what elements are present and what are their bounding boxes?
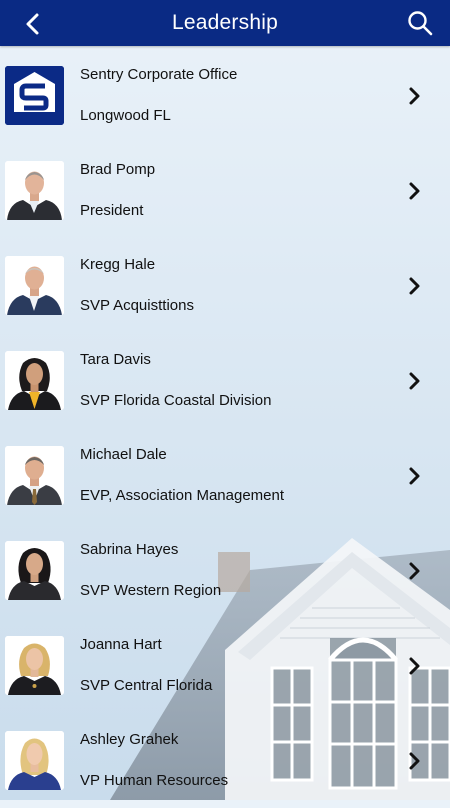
- person-title: VP Human Resources: [80, 772, 229, 789]
- avatar: [5, 446, 64, 505]
- avatar: [5, 541, 64, 600]
- person-name: Michael Dale: [80, 446, 167, 463]
- leadership-list: Sentry Corporate Office Longwood FL Brad…: [0, 48, 450, 808]
- chevron-right-icon: [409, 372, 420, 390]
- list-item[interactable]: Joanna Hart SVP Central Florida: [0, 618, 450, 713]
- avatar: [5, 256, 64, 315]
- person-title: President: [80, 202, 144, 219]
- chevron-right-icon: [409, 277, 420, 295]
- list-item[interactable]: Tara Davis SVP Florida Coastal Division: [0, 333, 450, 428]
- chevron-right-icon: [409, 562, 420, 580]
- person-title: SVP Western Region: [80, 582, 222, 599]
- person-name: Brad Pomp: [80, 161, 156, 178]
- person-title: SVP Acquisttions: [80, 297, 194, 314]
- chevron-right-icon: [409, 87, 420, 105]
- person-title: Longwood FL: [80, 107, 171, 124]
- list-item[interactable]: Ashley Grahek VP Human Resources: [0, 713, 450, 808]
- avatar: [5, 636, 64, 695]
- person-name: Sabrina Hayes: [80, 541, 179, 558]
- list-item[interactable]: Sabrina Hayes SVP Western Region: [0, 523, 450, 618]
- person-name: Kregg Hale: [80, 256, 156, 273]
- list-item[interactable]: Sentry Corporate Office Longwood FL: [0, 48, 450, 143]
- chevron-right-icon: [409, 752, 420, 770]
- person-name: Joanna Hart: [80, 636, 162, 653]
- avatar: [5, 351, 64, 410]
- list-item[interactable]: Brad Pomp President: [0, 143, 450, 238]
- avatar: [5, 731, 64, 790]
- company-logo: [5, 66, 64, 125]
- chevron-left-icon[interactable]: [20, 10, 48, 38]
- person-title: EVP, Association Management: [80, 487, 285, 504]
- list-item[interactable]: Kregg Hale SVP Acquisttions: [0, 238, 450, 333]
- chevron-right-icon: [409, 657, 420, 675]
- page-title: Leadership: [172, 11, 278, 34]
- app-header: Leadership: [0, 0, 450, 46]
- chevron-right-icon: [409, 467, 420, 485]
- person-title: SVP Florida Coastal Division: [80, 392, 272, 409]
- person-name: Sentry Corporate Office: [80, 66, 238, 83]
- list-item[interactable]: Michael Dale EVP, Association Management: [0, 428, 450, 523]
- person-title: SVP Central Florida: [80, 677, 213, 694]
- person-name: Tara Davis: [80, 351, 151, 368]
- person-name: Ashley Grahek: [80, 731, 179, 748]
- avatar: [5, 161, 64, 220]
- chevron-right-icon: [409, 182, 420, 200]
- search-icon[interactable]: [406, 9, 434, 37]
